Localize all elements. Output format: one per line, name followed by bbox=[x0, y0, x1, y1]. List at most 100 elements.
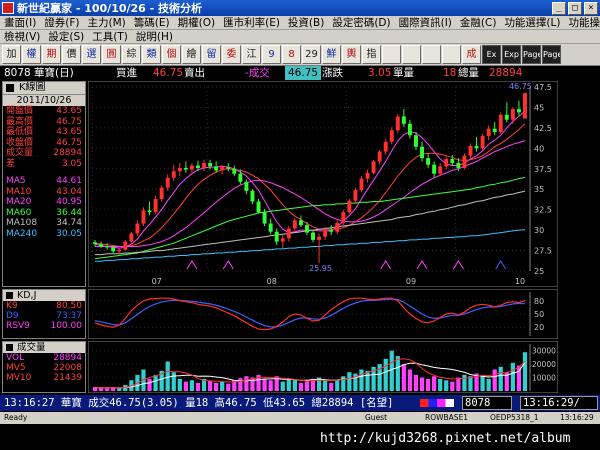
stat-label: MA10 bbox=[6, 186, 32, 197]
main-menu-bar: 畫面(I) 證券(F) 主力(M) 籌碼(E) 期權(O) 匯市利率(E) 投資(B) 設定密… bbox=[0, 16, 600, 30]
main-menu-item[interactable]: 匯市利率(E) bbox=[219, 15, 284, 30]
toolbar-button[interactable]: 輿 bbox=[342, 45, 361, 64]
toolbar-button[interactable]: 個 bbox=[162, 45, 181, 64]
symbol-label[interactable]: 8078 華寶(日) bbox=[4, 66, 74, 80]
candle-body bbox=[432, 164, 437, 174]
candle-body bbox=[498, 114, 503, 132]
stat-row: 差 3.05 bbox=[3, 159, 85, 170]
volume-bar bbox=[486, 378, 491, 391]
toolbar-button[interactable]: 綜 bbox=[122, 45, 141, 64]
secondary-menu-item[interactable]: 設定(S) bbox=[44, 29, 88, 44]
toolbar-button[interactable] bbox=[382, 45, 401, 64]
volume-bar bbox=[268, 380, 273, 391]
stat-label: MV10 bbox=[6, 373, 32, 383]
toolbar-button[interactable]: Exp bbox=[502, 45, 521, 64]
kd-panel-header[interactable]: KD,J bbox=[3, 290, 85, 301]
toolbar-button[interactable]: 29 bbox=[302, 45, 321, 64]
main-menu-item[interactable]: 期權(O) bbox=[174, 15, 219, 30]
candlestick-chart[interactable]: 25 27.5 30 32.5 35 37.5 40 42.5 45 47.5 07 08 09 10 46… bbox=[88, 81, 558, 287]
toolbar-button[interactable]: 選 bbox=[82, 45, 101, 64]
toolbar-button[interactable] bbox=[442, 45, 461, 64]
panel-toggle-icon[interactable] bbox=[6, 292, 13, 299]
toolbar-button[interactable]: 指 bbox=[362, 45, 381, 64]
volume-bar bbox=[407, 369, 413, 391]
volume-rows: VOL 28894 MV5 22008 MV10 21439 bbox=[3, 353, 85, 383]
stat-value: 43.04 bbox=[56, 186, 82, 197]
candle-body bbox=[365, 172, 370, 179]
toolbar-button[interactable]: 留 bbox=[202, 45, 221, 64]
toolbar-button[interactable]: 江 bbox=[242, 45, 261, 64]
toolbar-button[interactable]: 圓 bbox=[102, 45, 121, 64]
toolbar-button[interactable]: 期 bbox=[42, 45, 61, 64]
volume-bar bbox=[220, 381, 225, 391]
volume-chart[interactable]: 30000 20000 10000 bbox=[88, 341, 558, 393]
toolbar-button[interactable] bbox=[422, 45, 441, 64]
toolbar-button[interactable]: 9 bbox=[262, 45, 281, 64]
volume-bar bbox=[262, 378, 267, 391]
toolbar-button[interactable]: 權 bbox=[22, 45, 41, 64]
main-menu-item[interactable]: 主力(M) bbox=[84, 15, 130, 30]
stat-value: 43.65 bbox=[56, 127, 82, 137]
candle-body bbox=[395, 116, 400, 131]
stock-code-input[interactable]: 8078 bbox=[462, 396, 512, 410]
kline-panel-header[interactable]: K線圖 bbox=[3, 82, 85, 94]
main-menu-item[interactable]: 金融(C) bbox=[456, 15, 501, 30]
main-menu-item[interactable]: 功能操作(K) bbox=[564, 15, 600, 30]
candle-body bbox=[383, 141, 388, 152]
candle-body bbox=[311, 232, 315, 240]
volume-bar bbox=[177, 378, 182, 391]
toolbar-button[interactable]: Page bbox=[522, 45, 541, 64]
toolbar-button[interactable]: 加 bbox=[2, 45, 21, 64]
main-menu-item[interactable]: 投資(B) bbox=[284, 15, 328, 30]
trade-value: 46.75 bbox=[285, 66, 322, 80]
toolbar-button[interactable] bbox=[402, 45, 421, 64]
candle-body bbox=[486, 128, 491, 137]
stat-row: 最高價 46.75 bbox=[3, 117, 85, 128]
secondary-menu-item[interactable]: 說明(H) bbox=[132, 29, 177, 44]
toolbar-button[interactable]: 成 bbox=[462, 45, 481, 64]
toolbar-button[interactable]: Page bbox=[542, 45, 561, 64]
toolbar-button[interactable]: 類 bbox=[142, 45, 161, 64]
main-menu-item[interactable]: 設定密碼(D) bbox=[328, 15, 394, 30]
main-menu-item[interactable]: 功能選擇(L) bbox=[500, 15, 564, 30]
candle-body bbox=[117, 249, 122, 252]
stat-row: K9 80.50 bbox=[3, 301, 85, 311]
toolbar-button[interactable]: 8 bbox=[282, 45, 301, 64]
candle-body bbox=[401, 116, 406, 124]
kd-chart[interactable]: 80 50 20 bbox=[88, 289, 558, 339]
stat-row: VOL 28894 bbox=[3, 353, 85, 363]
close-button[interactable]: × bbox=[584, 1, 598, 15]
volume-panel-header[interactable]: 成交量 bbox=[3, 342, 85, 353]
candle-body bbox=[153, 199, 158, 213]
panel-toggle-icon[interactable] bbox=[6, 344, 13, 351]
stat-value: 100.00 bbox=[50, 321, 83, 331]
main-menu-item[interactable]: 證券(F) bbox=[40, 15, 83, 30]
candle-body bbox=[450, 158, 455, 164]
stat-row: 成交量 28894 bbox=[3, 148, 85, 159]
secondary-menu-item[interactable]: 工具(T) bbox=[88, 29, 132, 44]
volume-bar bbox=[498, 366, 503, 391]
toolbar-button[interactable]: Ex bbox=[482, 45, 501, 64]
panel-toggle-icon[interactable] bbox=[6, 84, 14, 92]
x-tick-label: 08 bbox=[267, 277, 277, 286]
volume-bar bbox=[105, 388, 110, 391]
candle-body bbox=[226, 167, 231, 169]
secondary-menu-item[interactable]: 檢視(V) bbox=[0, 29, 44, 44]
kd-tick-label: 20 bbox=[534, 323, 544, 332]
candle-body bbox=[123, 241, 128, 250]
candle bbox=[480, 133, 485, 150]
toolbar-button[interactable]: 繪 bbox=[182, 45, 201, 64]
main-menu-item[interactable]: 國際資訊(I) bbox=[395, 15, 456, 30]
toolbar-button[interactable]: 鮮 bbox=[322, 45, 341, 64]
candle-body bbox=[183, 167, 188, 170]
maximize-button[interactable]: □ bbox=[568, 1, 582, 15]
candle-body bbox=[407, 123, 412, 136]
volume-bar bbox=[432, 376, 437, 391]
toolbar-button[interactable]: 價 bbox=[62, 45, 81, 64]
main-menu-item[interactable]: 畫面(I) bbox=[0, 15, 40, 30]
y-tick-label: 37.5 bbox=[534, 165, 552, 174]
candle-body bbox=[129, 233, 134, 242]
main-menu-item[interactable]: 籌碼(E) bbox=[130, 15, 174, 30]
toolbar-button[interactable]: 委 bbox=[222, 45, 241, 64]
minimize-button[interactable]: _ bbox=[552, 1, 566, 15]
